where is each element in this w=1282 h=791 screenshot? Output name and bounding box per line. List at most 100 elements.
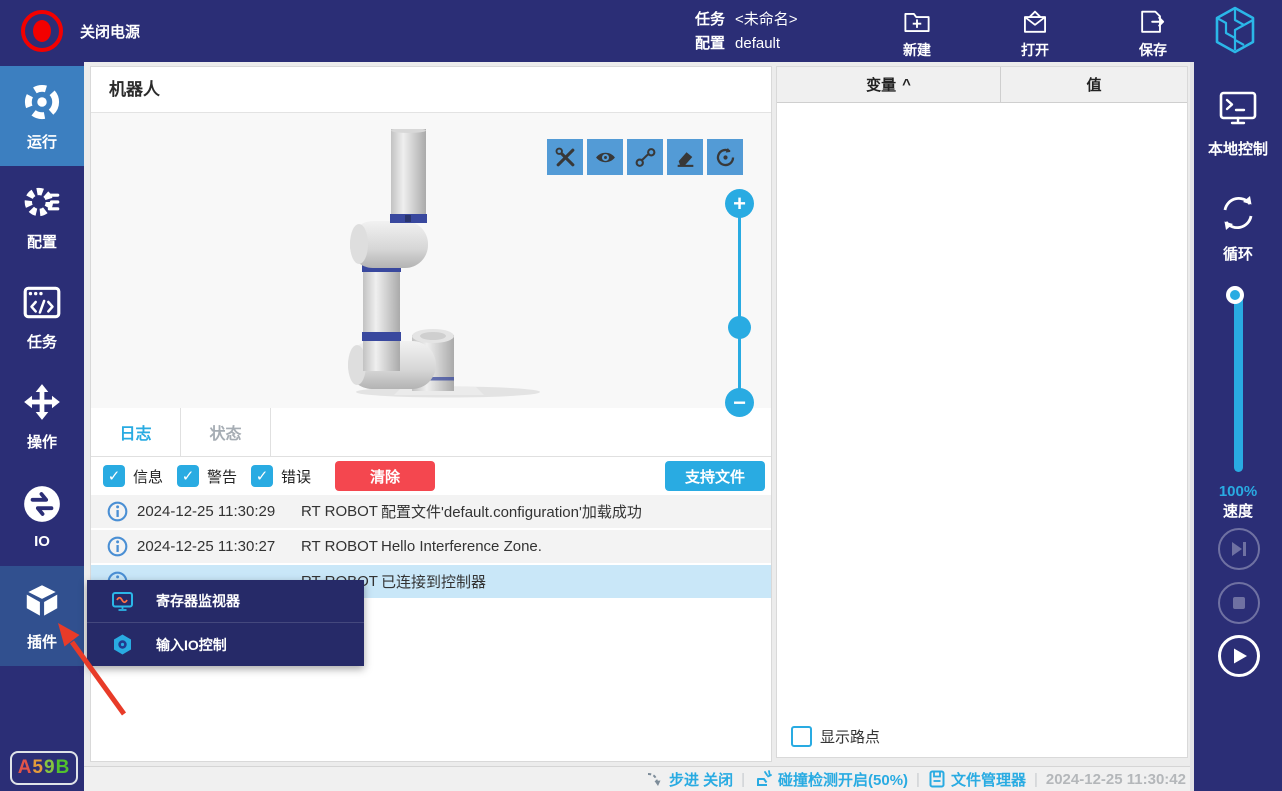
eye-icon — [594, 146, 617, 169]
sidebar-item-label: 运行 — [27, 131, 57, 152]
filter-warn-label: 警告 — [207, 466, 237, 487]
local-control-button[interactable]: 本地控制 — [1194, 86, 1282, 159]
viewport-toolbar — [547, 139, 743, 175]
sidebar-item-plugin[interactable]: 插件 — [0, 566, 84, 666]
power-button[interactable] — [20, 9, 64, 53]
register-monitor-icon — [111, 590, 134, 613]
left-sidebar: 运行 配置 任务 操作 — [0, 62, 84, 791]
file-manager-button[interactable]: 文件管理器 — [928, 769, 1026, 790]
variables-header: 变量 ^ 值 — [777, 67, 1187, 103]
robot-arm-model — [330, 129, 560, 401]
filter-warn-checkbox[interactable]: ✓ — [177, 465, 199, 487]
sidebar-item-label: 配置 — [27, 231, 57, 252]
rotate-view-button[interactable] — [707, 139, 743, 175]
new-button[interactable]: 新建 — [880, 2, 954, 60]
top-header: 关闭电源 任务 <未命名> 配置 default 新建 — [0, 0, 1282, 62]
sidebar-item-label: 任务 — [27, 331, 57, 352]
filter-error-checkbox[interactable]: ✓ — [251, 465, 273, 487]
plugin-icon — [21, 581, 63, 623]
support-files-button[interactable]: 支持文件 — [665, 461, 765, 491]
log-message: Hello Interference Zone. — [381, 538, 771, 555]
run-icon — [21, 81, 63, 123]
speed-slider[interactable] — [1234, 290, 1243, 472]
column-value[interactable]: 值 — [1001, 67, 1187, 102]
log-message: 配置文件'default.configuration'加载成功 — [381, 501, 771, 522]
step-mode-label: 步进 关闭 — [669, 769, 733, 790]
log-filter-row: ✓ 信息 ✓ 警告 ✓ 错误 清除 支持文件 — [91, 457, 771, 495]
rotate-icon — [714, 146, 737, 169]
column-variable[interactable]: 变量 ^ — [777, 67, 1001, 102]
menu-item-label: 寄存器监视器 — [156, 591, 240, 611]
sidebar-item-io[interactable]: IO — [0, 466, 84, 566]
right-sidebar: 本地控制 循环 100% 速度 — [1190, 62, 1282, 791]
config-icon — [21, 181, 63, 223]
separator: | — [916, 771, 920, 788]
collision-status[interactable]: 碰撞检测开启(50%) — [753, 769, 908, 790]
task-value: <未命名> — [735, 8, 798, 32]
skip-icon — [1228, 538, 1250, 560]
log-source: RT ROBOT — [301, 503, 381, 520]
task-label: 任务 — [695, 8, 725, 32]
menu-item-input-io-control[interactable]: 输入IO控制 — [87, 623, 364, 666]
sidebar-item-task[interactable]: 任务 — [0, 266, 84, 366]
zoom-out-button[interactable]: − — [725, 388, 754, 417]
tab-status[interactable]: 状态 — [181, 408, 271, 456]
loop-button[interactable]: 循环 — [1194, 191, 1282, 264]
status-bar: 步进 关闭 | 碰撞检测开启(50%) | 文件管理器 | 2024-12-25… — [84, 766, 1190, 791]
sidebar-item-label: 操作 — [27, 431, 57, 452]
show-waypoints-checkbox[interactable] — [791, 726, 812, 747]
speed-label: 速度 — [1194, 502, 1282, 522]
log-row[interactable]: 2024-12-25 11:30:29 RT ROBOT 配置文件'defaul… — [91, 495, 771, 530]
step-mode-status[interactable]: 步进 关闭 — [646, 769, 733, 790]
check-icon: ✓ — [256, 467, 269, 485]
path-button[interactable] — [627, 139, 663, 175]
new-label: 新建 — [903, 40, 931, 60]
task-config-block: 任务 <未命名> 配置 default — [695, 8, 798, 56]
eraser-button[interactable] — [667, 139, 703, 175]
zoom-slider-knob[interactable] — [728, 316, 751, 339]
info-icon — [107, 536, 129, 557]
log-message: 已连接到控制器 — [381, 571, 771, 592]
robot-panel-title: 机器人 — [91, 67, 771, 113]
speed-value: 100% — [1194, 482, 1282, 502]
visibility-button[interactable] — [587, 139, 623, 175]
check-icon: ✓ — [182, 467, 195, 485]
speed-readout: 100% 速度 — [1194, 482, 1282, 522]
zoom-in-button[interactable]: + — [725, 189, 754, 218]
task-icon — [21, 281, 63, 323]
log-tab-strip: 日志 状态 — [91, 408, 771, 457]
robot-3d-viewport[interactable]: + − — [91, 113, 771, 408]
app-window: 关闭电源 任务 <未命名> 配置 default 新建 — [0, 0, 1282, 791]
stop-button[interactable] — [1218, 582, 1260, 624]
local-control-label: 本地控制 — [1208, 138, 1268, 159]
sidebar-item-run[interactable]: 运行 — [0, 66, 84, 166]
filter-error-label: 错误 — [281, 466, 311, 487]
clear-button[interactable]: 清除 — [335, 461, 435, 491]
sidebar-item-config[interactable]: 配置 — [0, 166, 84, 266]
play-button[interactable] — [1218, 635, 1260, 677]
speed-slider-knob[interactable] — [1226, 286, 1244, 304]
play-icon — [1228, 645, 1250, 667]
tab-log[interactable]: 日志 — [91, 408, 181, 456]
open-button[interactable]: 打开 — [998, 2, 1072, 60]
zoom-track — [738, 203, 741, 413]
loop-icon — [1216, 191, 1260, 235]
step-next-button[interactable] — [1218, 528, 1260, 570]
status-timestamp: 2024-12-25 11:30:42 — [1046, 771, 1186, 788]
log-row[interactable]: 2024-12-25 11:30:27 RT ROBOT Hello Inter… — [91, 530, 771, 565]
new-icon — [900, 7, 934, 38]
save-button[interactable]: 保存 — [1116, 2, 1190, 60]
input-io-icon — [111, 633, 134, 656]
loop-label: 循环 — [1223, 243, 1253, 264]
collision-icon — [753, 769, 773, 789]
separator: | — [741, 771, 745, 788]
tools-button[interactable] — [547, 139, 583, 175]
sidebar-item-operate[interactable]: 操作 — [0, 366, 84, 466]
collision-label: 碰撞检测开启(50%) — [778, 769, 908, 790]
filter-info-checkbox[interactable]: ✓ — [103, 465, 125, 487]
operate-icon — [21, 381, 63, 423]
menu-item-register-monitor[interactable]: 寄存器监视器 — [87, 580, 364, 623]
log-time: 2024-12-25 11:30:27 — [129, 538, 301, 555]
variables-panel: 变量 ^ 值 显示路点 — [776, 66, 1188, 758]
menu-item-label: 输入IO控制 — [156, 635, 227, 655]
